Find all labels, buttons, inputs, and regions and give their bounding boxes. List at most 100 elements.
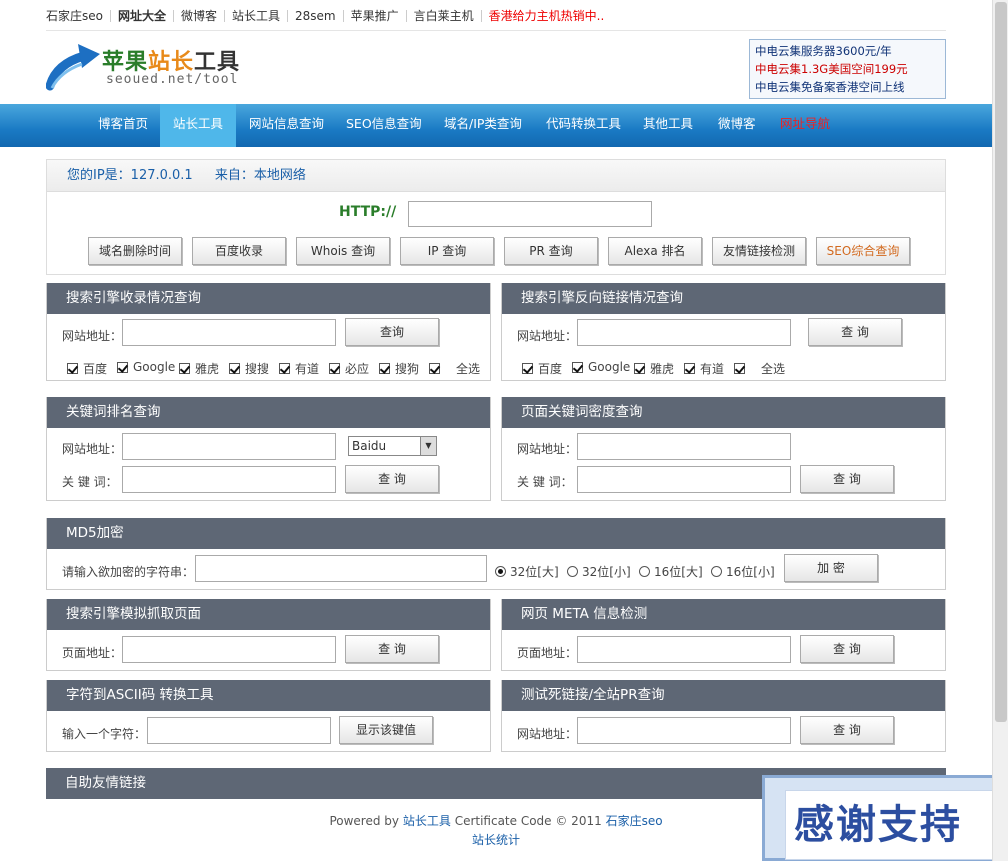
toplink-tools[interactable]: 站长工具 xyxy=(224,10,287,22)
toplink-28sem[interactable]: 28sem xyxy=(287,10,343,22)
panel-title: 关键词排名查询 xyxy=(47,397,490,428)
baidu-index-button[interactable]: 百度收录 xyxy=(192,237,286,265)
footer-site-link[interactable]: 站长工具 xyxy=(403,814,451,828)
show-keycode-button[interactable]: 显示该键值 xyxy=(339,716,433,744)
checkbox-icon xyxy=(329,363,340,374)
nav-blog-home[interactable]: 博客首页 xyxy=(86,104,160,147)
keyword-input[interactable] xyxy=(577,466,791,493)
radio-32-lower[interactable]: 32位[小] xyxy=(567,563,631,580)
top-links: 石家庄seo 网址大全 微博客 站长工具 28sem 苹果推广 言白莱主机 香港… xyxy=(46,6,611,26)
ascii-convert-panel: 字符到ASCII码 转换工具 输入一个字符： 显示该键值 xyxy=(46,680,491,752)
backlink-query-panel: 搜索引擎反向链接情况查询 网站地址： 查 询 百度 Google 雅虎 有道 全… xyxy=(501,283,946,381)
checkbox-yahoo[interactable]: 雅虎 xyxy=(634,360,674,377)
radio-32-upper[interactable]: 32位[大] xyxy=(495,563,559,580)
toplink-seo[interactable]: 石家庄seo xyxy=(46,10,110,22)
query-button[interactable]: 查 询 xyxy=(345,635,439,663)
toplink-directory[interactable]: 网址大全 xyxy=(109,10,173,22)
panel-title: 测试死链接/全站PR查询 xyxy=(502,680,945,711)
query-button[interactable]: 查 询 xyxy=(808,318,902,346)
vertical-scrollbar[interactable] xyxy=(992,0,1008,861)
panel-title: 字符到ASCII码 转换工具 xyxy=(47,680,490,711)
keyword-label: 关 键 词： xyxy=(62,475,118,489)
nav-site-info[interactable]: 网站信息查询 xyxy=(237,104,336,147)
panel-title: 搜索引擎收录情况查询 xyxy=(47,283,490,314)
radio-icon xyxy=(639,566,650,577)
checkbox-bing[interactable]: 必应 xyxy=(329,360,369,377)
checkbox-baidu[interactable]: 百度 xyxy=(67,360,107,377)
alexa-button[interactable]: Alexa 排名 xyxy=(608,237,702,265)
ip-address: 您的IP是：127.0.0.1 xyxy=(67,168,193,183)
checkbox-select-all[interactable]: 全选 xyxy=(429,360,480,377)
md5-input-label: 请输入欲加密的字符串： xyxy=(62,565,195,579)
site-logo[interactable]: 苹果站长工具 seoued.net/tool xyxy=(46,42,306,92)
char-input[interactable] xyxy=(147,717,331,744)
url-input[interactable] xyxy=(577,717,791,744)
query-button[interactable]: 查询 xyxy=(345,318,439,346)
ip-query-button[interactable]: IP 查询 xyxy=(400,237,494,265)
seo-overall-button[interactable]: SEO综合查询 xyxy=(816,237,910,265)
ad-link[interactable]: 中电云集1.3G美国空间199元 xyxy=(755,60,940,78)
checkbox-icon xyxy=(67,363,78,374)
checkbox-select-all[interactable]: 全选 xyxy=(734,360,785,377)
radio-icon xyxy=(495,566,506,577)
checkbox-youdao[interactable]: 有道 xyxy=(279,360,319,377)
nav-code-convert[interactable]: 代码转换工具 xyxy=(534,104,633,147)
checkbox-soso[interactable]: 搜搜 xyxy=(229,360,269,377)
scrollbar-thumb[interactable] xyxy=(995,2,1007,722)
keyword-input[interactable] xyxy=(122,466,336,493)
nav-microblog[interactable]: 微博客 xyxy=(706,104,768,147)
toplink-microblog[interactable]: 微博客 xyxy=(173,10,224,22)
page: 石家庄seo 网址大全 微博客 站长工具 28sem 苹果推广 言白莱主机 香港… xyxy=(0,0,992,861)
toplink-promo[interactable]: 苹果推广 xyxy=(342,10,406,22)
url-input[interactable] xyxy=(408,201,652,227)
pr-query-button[interactable]: PR 查询 xyxy=(504,237,598,265)
radio-16-upper[interactable]: 16位[大] xyxy=(639,563,703,580)
url-label: 页面地址： xyxy=(517,646,578,660)
url-input[interactable] xyxy=(122,433,336,460)
toplink-host[interactable]: 言白莱主机 xyxy=(405,10,481,22)
checkbox-google[interactable]: Google xyxy=(572,360,630,374)
nav-domain-ip[interactable]: 域名/IP类查询 xyxy=(432,104,534,147)
url-input[interactable] xyxy=(122,319,336,346)
checkbox-icon xyxy=(634,363,645,374)
query-button[interactable]: 查 询 xyxy=(345,465,439,493)
query-button[interactable]: 查 询 xyxy=(800,716,894,744)
nav-other-tools[interactable]: 其他工具 xyxy=(631,104,705,147)
friend-link-check-button[interactable]: 友情链接检测 xyxy=(712,237,806,265)
checkbox-youdao[interactable]: 有道 xyxy=(684,360,724,377)
query-button[interactable]: 查 询 xyxy=(800,465,894,493)
domain-expire-button[interactable]: 域名删除时间 xyxy=(88,237,182,265)
encrypt-button[interactable]: 加 密 xyxy=(784,554,878,582)
url-input[interactable] xyxy=(577,433,791,460)
checkbox-sogou[interactable]: 搜狗 xyxy=(379,360,419,377)
ad-link[interactable]: 中电云集免备案香港空间上线 xyxy=(755,78,940,96)
panel-title: 搜索引擎反向链接情况查询 xyxy=(502,283,945,314)
checkbox-yahoo[interactable]: 雅虎 xyxy=(179,360,219,377)
ad-link[interactable]: 中电云集服务器3600元/年 xyxy=(755,42,940,60)
panel-title: MD5加密 xyxy=(47,518,945,549)
checkbox-icon xyxy=(429,363,440,374)
url-input[interactable] xyxy=(577,319,791,346)
toplink-hot[interactable]: 香港给力主机热销中.. xyxy=(480,10,612,22)
query-button[interactable]: 查 询 xyxy=(800,635,894,663)
panel-title: 搜索引擎模拟抓取页面 xyxy=(47,599,490,630)
checkbox-google[interactable]: Google xyxy=(117,360,175,374)
panel-title: 网页 META 信息检测 xyxy=(502,599,945,630)
url-label: 页面地址： xyxy=(62,646,123,660)
footer-author-link[interactable]: 石家庄seo xyxy=(606,814,663,828)
md5-input[interactable] xyxy=(195,555,487,582)
keyword-label: 关 键 词： xyxy=(517,475,573,489)
engine-select[interactable]: Baidu ▼ xyxy=(348,436,437,456)
footer-stats-link[interactable]: 站长统计 xyxy=(472,833,520,847)
checkbox-baidu[interactable]: 百度 xyxy=(522,360,562,377)
nav-seo-info[interactable]: SEO信息查询 xyxy=(334,104,434,147)
url-input[interactable] xyxy=(122,636,336,663)
url-input[interactable] xyxy=(577,636,791,663)
spider-simulate-panel: 搜索引擎模拟抓取页面 页面地址： 查 询 xyxy=(46,599,491,671)
whois-button[interactable]: Whois 查询 xyxy=(296,237,390,265)
char-label: 输入一个字符： xyxy=(62,727,147,741)
nav-tools[interactable]: 站长工具 xyxy=(160,104,236,147)
nav-directory[interactable]: 网址导航 xyxy=(768,104,842,147)
floating-thanks-banner[interactable]: 感谢支持 xyxy=(762,775,1008,861)
radio-16-lower[interactable]: 16位[小] xyxy=(711,563,775,580)
